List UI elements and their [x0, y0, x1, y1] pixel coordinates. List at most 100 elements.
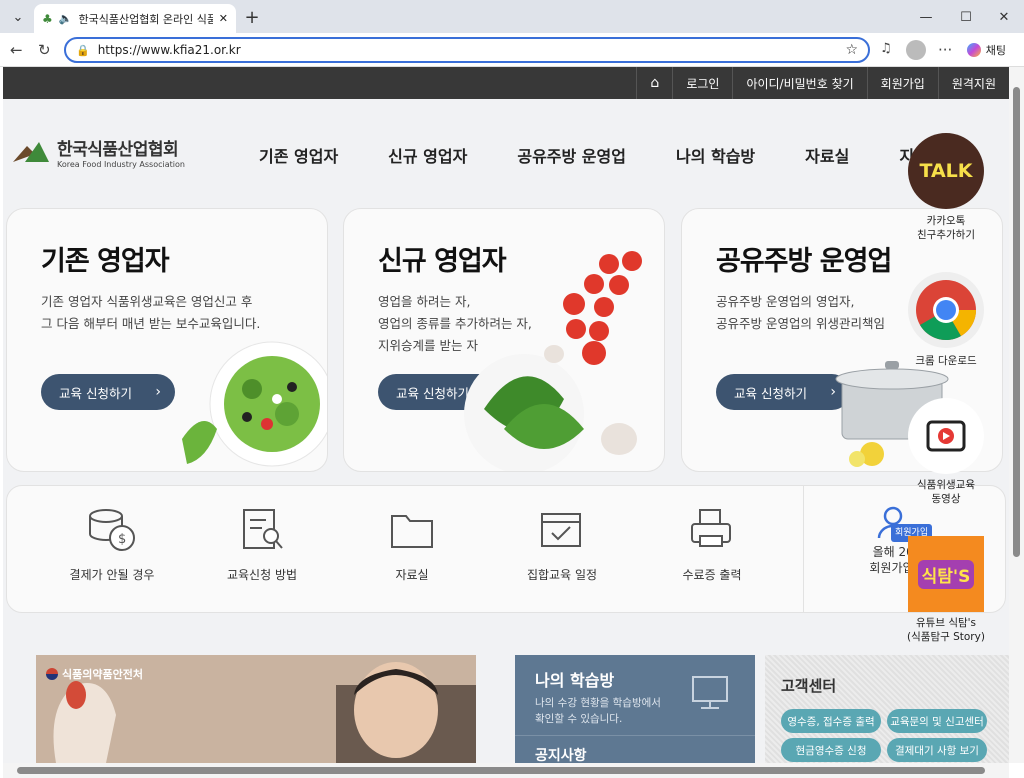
close-tab-icon[interactable]: ✕ [219, 12, 228, 25]
quick-menu: $ 결제가 안될 경우 교육신청 방법 자료실 집합교육 일정 수료증 출력 회… [6, 485, 1006, 613]
quick-group-schedule[interactable]: 집합교육 일정 [487, 506, 637, 583]
chat-button[interactable]: 채팅 [959, 38, 1014, 62]
quick-certificate-print[interactable]: 수료증 출력 [637, 506, 787, 583]
customer-center-panel: 고객센터 영수증, 접수증 출력 교육문의 및 신고센터 현금영수증 신청 결제… [765, 655, 1009, 763]
study-desc: 나의 수강 현황을 학습방에서 확인할 수 있습니다. [535, 697, 661, 725]
refresh-icon[interactable]: ↻ [38, 41, 51, 59]
video-play-icon[interactable] [908, 398, 984, 474]
chat-label: 채팅 [985, 44, 1006, 57]
video-label[interactable]: 식품위생교육 동영상 [904, 478, 988, 506]
remote-support-link[interactable]: 원격지원 [937, 67, 1009, 99]
home-icon[interactable]: ⌂ [636, 67, 672, 99]
new-tab-icon[interactable]: + [238, 6, 266, 28]
logo-korean: 한국식품산업협회 [57, 140, 179, 160]
sicktam-logo[interactable]: 식탐'S [908, 536, 984, 612]
back-icon[interactable]: ← [10, 41, 23, 59]
divider [803, 486, 804, 612]
coins-dollar-icon: $ [89, 509, 135, 551]
chrome-icon[interactable] [908, 272, 984, 348]
svg-text:$: $ [118, 532, 126, 547]
receipt-print-button[interactable]: 영수증, 접수증 출력 [781, 709, 881, 733]
youtube-play-icon [926, 420, 966, 452]
mfds-emblem-icon [46, 668, 58, 680]
browser-tab[interactable]: ♣ 🔈 한국식품산업협회 온라인 식품 ✕ [34, 4, 236, 33]
site-logo[interactable]: 한국식품산업협회 Korea Food Industry Association [13, 135, 185, 169]
chrome-label[interactable]: 크롬 다운로드 [904, 354, 988, 368]
card-existing-business[interactable]: 기존 영업자 기존 영업자 식품위생교육은 영업신고 후 그 다음 해부터 매년… [6, 208, 328, 472]
card-new-business[interactable]: 신규 영업자 영업을 하려는 자, 영업의 종류를 추가하려는 자, 지위승계를… [343, 208, 665, 472]
music-icon[interactable]: ♫ [880, 41, 892, 56]
browser-toolbar: ← ↻ 🔒 https://www.kfia21.or.kr ☆ ♫ ··· 채… [0, 33, 1024, 67]
quick-label: 수료증 출력 [682, 568, 742, 582]
card-title: 신규 영업자 [378, 246, 507, 277]
tab-title: 한국식품산업협회 온라인 식품 [78, 12, 213, 26]
calendar-check-icon [541, 513, 581, 547]
top-utility-bar: ⌂ 로그인 아이디/비밀번호 찾기 회원가입 원격지원 [3, 67, 1009, 99]
minimize-icon[interactable]: — [912, 6, 940, 28]
spinach-garlic-image [464, 345, 637, 471]
quick-label: 교육신청 방법 [226, 568, 298, 582]
favorite-star-icon[interactable]: ☆ [845, 42, 858, 58]
kakao-label[interactable]: 카카오톡 친구추가하기 [904, 214, 988, 242]
address-bar[interactable]: 🔒 https://www.kfia21.or.kr ☆ [64, 37, 870, 63]
kakao-talk-icon[interactable]: TALK [908, 133, 984, 209]
site-favicon-icon: ♣ [42, 11, 53, 26]
payment-pending-button[interactable]: 결제대기 사항 보기 [887, 738, 987, 762]
signup-link[interactable]: 회원가입 [866, 67, 938, 99]
horizontal-scrollbar[interactable] [3, 763, 1009, 778]
url-text[interactable]: https://www.kfia21.or.kr [98, 43, 838, 57]
quick-payment-issue[interactable]: $ 결제가 안될 경우 [37, 506, 187, 583]
chevron-right-icon: › [155, 384, 161, 400]
printer-icon [691, 509, 731, 547]
quick-resources[interactable]: 자료실 [337, 506, 487, 583]
web-page: ⌂ 로그인 아이디/비밀번호 찾기 회원가입 원격지원 한국식품산업협회 Kor… [3, 67, 1009, 763]
lock-icon: 🔒 [76, 43, 90, 57]
vertical-scrollbar[interactable] [1009, 67, 1024, 763]
salad-bowl-image [182, 341, 327, 467]
profile-avatar-icon[interactable] [906, 40, 926, 60]
kfia-logo-icon [13, 142, 49, 162]
browser-tab-bar: ⌄ ♣ 🔈 한국식품산업협회 온라인 식품 ✕ + — ☐ ✕ [0, 0, 1024, 33]
button-label: 교육 신청하기 [734, 385, 807, 401]
notice-title[interactable]: 공지사항 [535, 745, 587, 763]
tab-list-chevron-icon[interactable]: ⌄ [4, 6, 32, 28]
my-study-panel[interactable]: 나의 학습방 나의 수강 현황을 학습방에서 확인할 수 있습니다. 공지사항 [515, 655, 755, 763]
nav-resources[interactable]: 자료실 [805, 143, 849, 167]
nav-existing-business[interactable]: 기존 영업자 [259, 143, 338, 167]
nav-shared-kitchen[interactable]: 공유주방 운영업 [517, 143, 626, 167]
chrome-logo [916, 280, 976, 341]
monitor-icon [692, 676, 728, 709]
inquiry-report-button[interactable]: 교육문의 및 신고센터 [887, 709, 987, 733]
horizontal-scroll-thumb[interactable] [17, 767, 985, 774]
card-title: 공유주방 운영업 [716, 246, 892, 277]
youtube-label[interactable]: 유튜브 식탐's (식품탐구 Story) [904, 616, 988, 644]
talk-label: TALK [919, 160, 973, 182]
study-title: 나의 학습방 [535, 671, 615, 690]
quick-label: 집합교육 일정 [526, 568, 598, 582]
cs-title: 고객센터 [781, 677, 837, 695]
copilot-icon [966, 43, 981, 57]
apply-education-button[interactable]: 교육 신청하기 › [41, 374, 175, 410]
nav-my-study[interactable]: 나의 학습방 [676, 143, 755, 167]
find-id-password-link[interactable]: 아이디/비밀번호 찾기 [732, 67, 866, 99]
card-desc: 공유주방 운영업의 영업자, 공유주방 운영업의 위생관리책임 [716, 294, 885, 331]
news-video-banner[interactable]: 식품의약품안전처 [36, 655, 476, 763]
quick-label: 결제가 안될 경우 [69, 568, 155, 582]
main-navigation: 기존 영업자 신규 영업자 공유주방 운영업 나의 학습방 자료실 지원 [259, 143, 979, 167]
divider [515, 735, 755, 736]
login-link[interactable]: 로그인 [672, 67, 732, 99]
nav-new-business[interactable]: 신규 영업자 [388, 143, 467, 167]
news-label: 식품의약품안전처 [62, 668, 143, 681]
vertical-scroll-thumb[interactable] [1013, 87, 1020, 557]
logo-english: Korea Food Industry Association [57, 160, 185, 169]
card-title: 기존 영업자 [41, 246, 170, 277]
sicktam-logo-text: 식탐'S [917, 559, 975, 589]
more-menu-icon[interactable]: ··· [938, 41, 952, 59]
cash-receipt-button[interactable]: 현금영수증 신청 [781, 738, 881, 762]
close-window-icon[interactable]: ✕ [990, 6, 1018, 28]
news-label-wrap: 식품의약품안전처 [46, 666, 143, 682]
quick-label: 자료실 [395, 568, 429, 582]
speaker-icon[interactable]: 🔈 [59, 12, 73, 25]
quick-how-to-apply[interactable]: 교육신청 방법 [187, 506, 337, 583]
maximize-icon[interactable]: ☐ [952, 6, 980, 28]
